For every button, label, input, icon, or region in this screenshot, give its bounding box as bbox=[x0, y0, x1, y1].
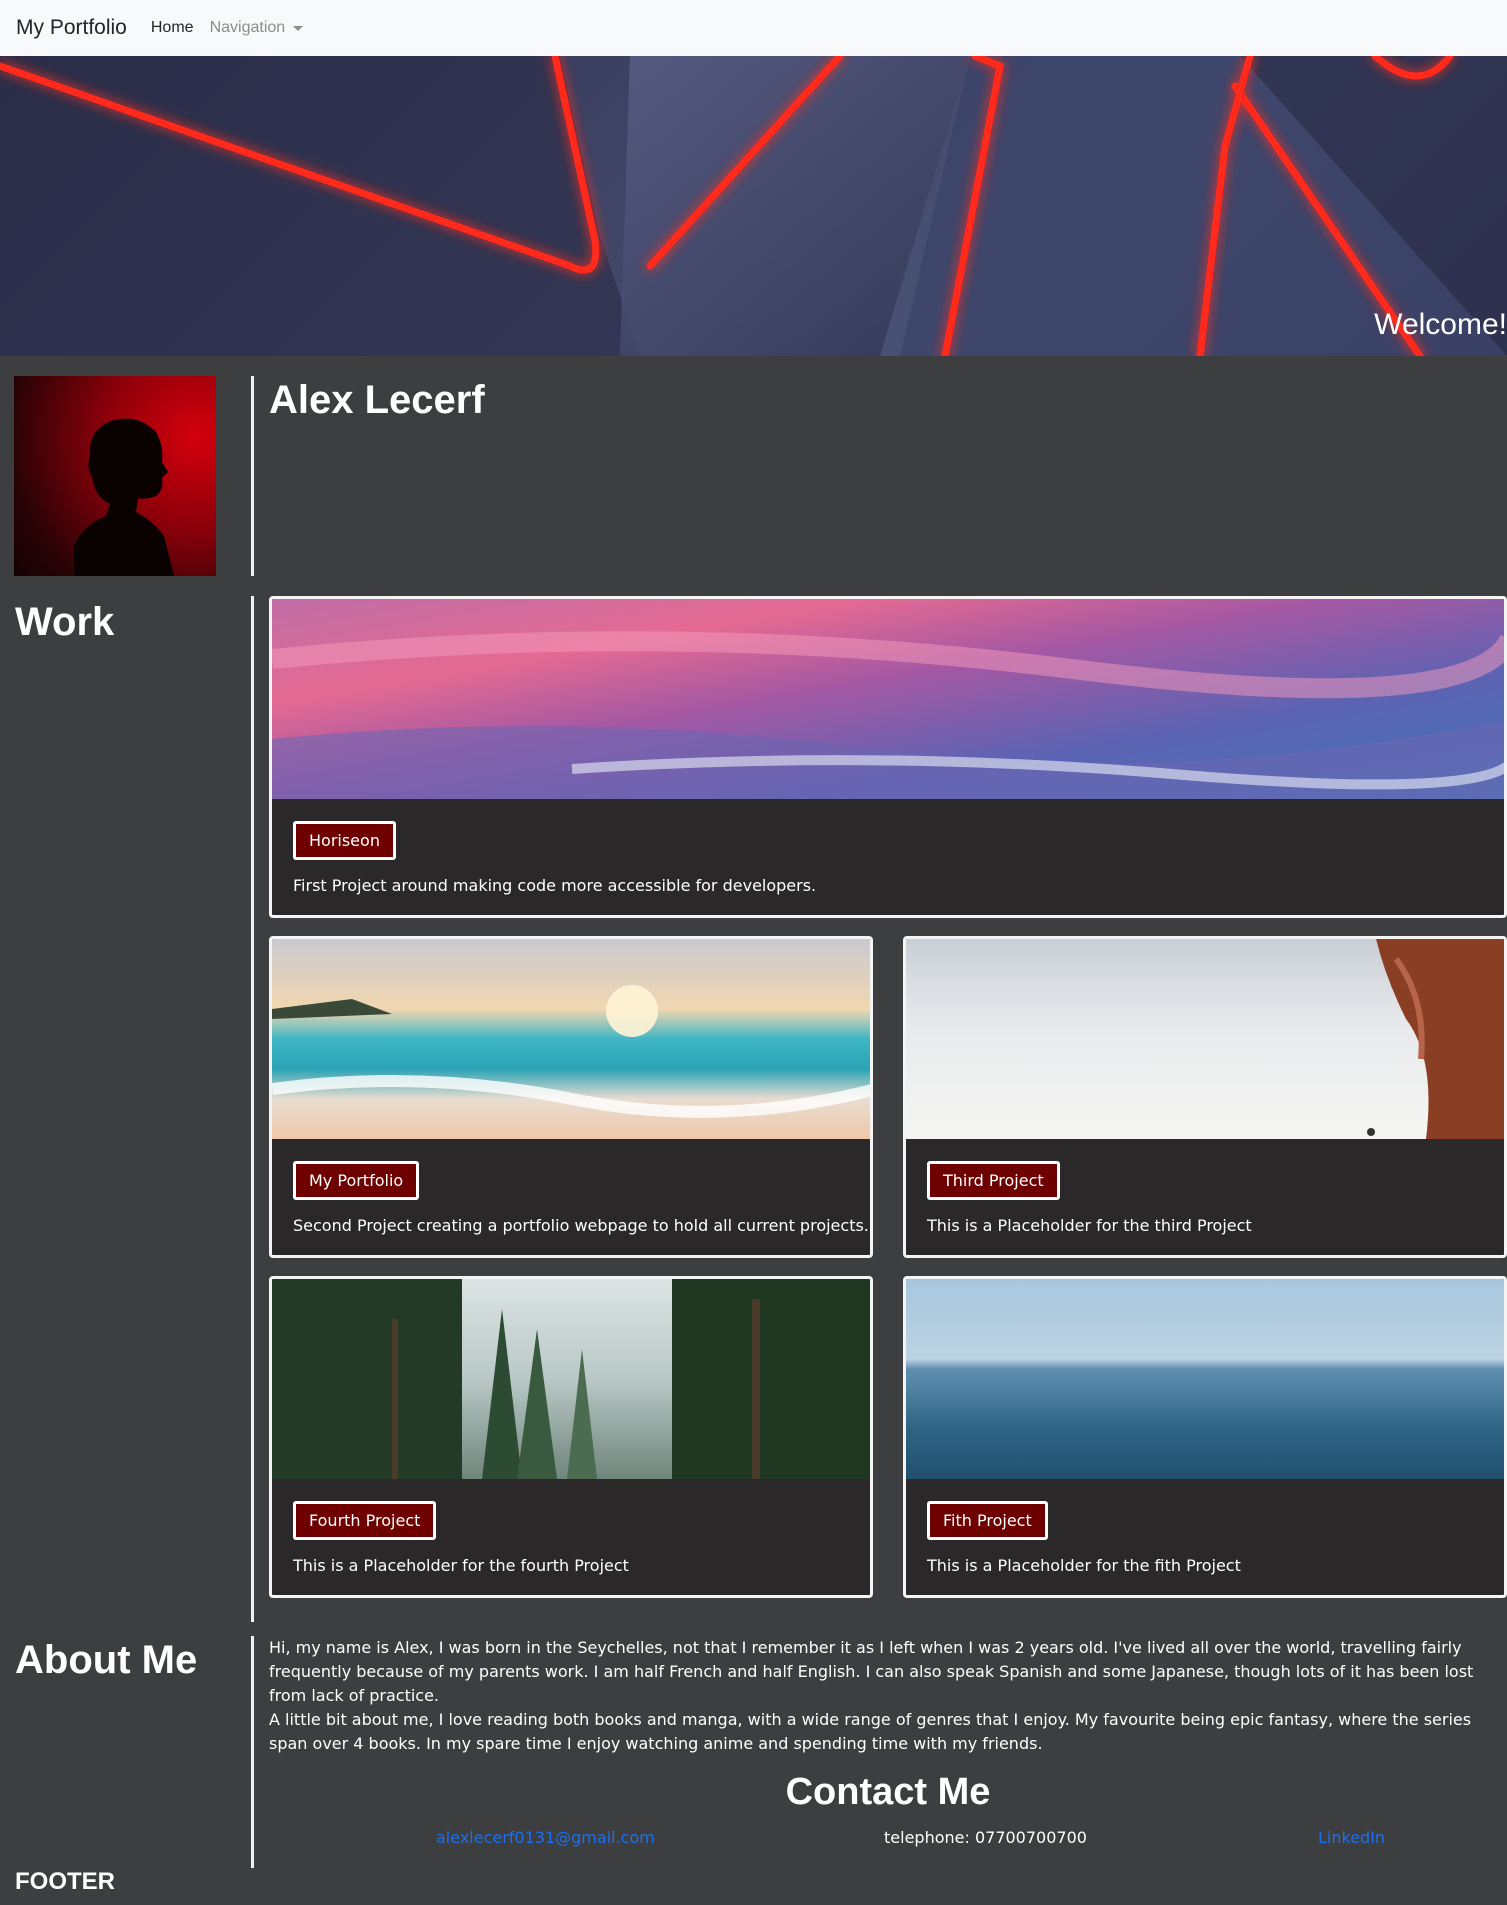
project-card-fourth: Fourth Project This is a Placeholder for… bbox=[269, 1276, 873, 1598]
work-divider bbox=[251, 596, 254, 1622]
about-paragraph-1: Hi, my name is Alex, I was born in the S… bbox=[269, 1638, 1474, 1705]
telephone-text: telephone: 07700700700 bbox=[884, 1828, 1087, 1847]
project-button-horiseon[interactable]: Horiseon bbox=[293, 821, 396, 860]
project-description: This is a Placeholder for the third Proj… bbox=[927, 1216, 1252, 1235]
hero-banner: Welcome! bbox=[0, 56, 1507, 356]
project-description: First Project around making code more ac… bbox=[293, 876, 817, 895]
beach-image bbox=[272, 939, 870, 1139]
project-button-my-portfolio[interactable]: My Portfolio bbox=[293, 1161, 420, 1200]
project-description: Second Project creating a portfolio webp… bbox=[293, 1216, 869, 1235]
navbar-brand[interactable]: My Portfolio bbox=[16, 16, 127, 40]
contact-heading: Contact Me bbox=[785, 1771, 991, 1813]
cliff-sky-image bbox=[906, 939, 1504, 1139]
profile-silhouette-image bbox=[74, 418, 174, 576]
profile-divider bbox=[251, 376, 254, 576]
about-heading: About Me bbox=[15, 1638, 198, 1682]
navbar: My Portfolio Home Navigation bbox=[0, 0, 1507, 56]
footer: FOOTER bbox=[15, 1868, 115, 1895]
nav-dropdown-navigation[interactable]: Navigation bbox=[210, 19, 304, 37]
project-button-fifth[interactable]: Fith Project bbox=[927, 1501, 1048, 1540]
about-paragraph-2: A little bit about me, I love reading bo… bbox=[269, 1710, 1472, 1753]
welcome-text: Welcome! bbox=[1374, 308, 1507, 341]
project-button-fourth[interactable]: Fourth Project bbox=[293, 1501, 437, 1540]
nav-dropdown-label: Navigation bbox=[209, 19, 286, 36]
project-card-horiseon: Horiseon First Project around making cod… bbox=[269, 596, 1507, 918]
profile-name: Alex Lecerf bbox=[269, 378, 485, 422]
project-description: This is a Placeholder for the fith Proje… bbox=[927, 1556, 1241, 1575]
nav-link-home[interactable]: Home bbox=[151, 19, 194, 37]
project-card-my-portfolio: My Portfolio Second Project creating a p… bbox=[269, 936, 873, 1258]
avatar bbox=[14, 376, 216, 576]
about-divider bbox=[251, 1636, 254, 1868]
linkedin-link[interactable]: LinkedIn bbox=[1318, 1828, 1385, 1847]
caret-down-icon bbox=[293, 25, 304, 31]
ocean-image bbox=[906, 1279, 1504, 1479]
work-heading: Work bbox=[15, 600, 115, 644]
project-button-third[interactable]: Third Project bbox=[927, 1161, 1060, 1200]
hero-neon-image bbox=[0, 56, 1507, 356]
project-card-fifth: Fith Project This is a Placeholder for t… bbox=[903, 1276, 1507, 1598]
forest-image bbox=[272, 1279, 870, 1479]
sunset-sky-image bbox=[272, 599, 1504, 799]
email-link[interactable]: alexlecerf0131@gmail.com bbox=[436, 1828, 655, 1847]
project-description: This is a Placeholder for the fourth Pro… bbox=[293, 1556, 629, 1575]
project-card-third: Third Project This is a Placeholder for … bbox=[903, 936, 1507, 1258]
